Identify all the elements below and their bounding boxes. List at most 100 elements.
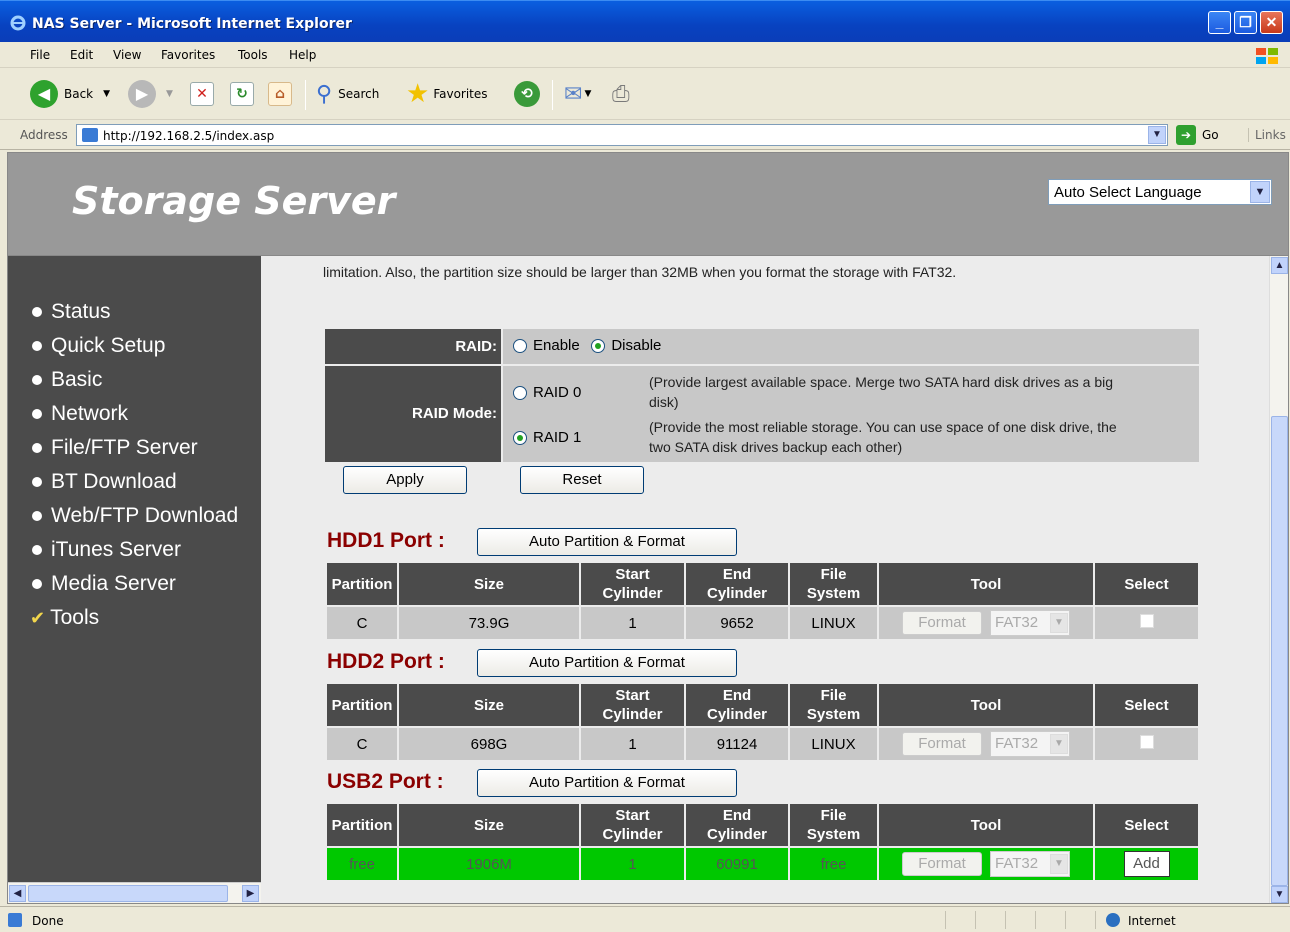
forward-arrow-icon: ▶ — [128, 80, 156, 108]
sidebar-item-label: iTunes Server — [51, 538, 181, 561]
scroll-up-icon[interactable]: ▲ — [1271, 257, 1288, 274]
cell-size: 73.9G — [399, 607, 579, 639]
scroll-thumb[interactable] — [1271, 416, 1288, 886]
go-button[interactable]: ➔ Go — [1176, 125, 1219, 145]
raid0-description: (Provide largest available space. Merge … — [649, 372, 1113, 412]
format-button[interactable]: Format — [902, 731, 982, 756]
language-select[interactable]: Auto Select Language ▼ — [1048, 179, 1272, 205]
fs-select[interactable]: FAT32 ▼ — [990, 610, 1070, 636]
address-input[interactable]: http://192.168.2.5/index.asp ▼ — [76, 124, 1168, 146]
sidebar-item-quick-setup[interactable]: Quick Setup — [26, 334, 165, 358]
raid-enable-radio[interactable] — [513, 338, 527, 353]
sidebar-item-status[interactable]: Status — [26, 300, 111, 324]
cell-partition: C — [327, 728, 397, 760]
sidebar-item-basic[interactable]: Basic — [26, 368, 102, 392]
sidebar-item-tools[interactable]: ✔ Tools — [26, 606, 99, 630]
select-checkbox[interactable] — [1139, 735, 1154, 749]
scroll-thumb[interactable] — [28, 885, 228, 902]
forward-dropdown-icon[interactable]: ▼ — [166, 89, 173, 99]
select-checkbox[interactable] — [1139, 614, 1154, 628]
raid-disable-radio[interactable] — [591, 338, 606, 353]
menu-view[interactable]: View — [113, 48, 141, 62]
address-dropdown-icon[interactable]: ▼ — [1148, 126, 1166, 144]
check-icon: ✔ — [30, 607, 46, 628]
mail-dropdown-icon[interactable]: ▼ — [584, 89, 591, 99]
cell-start: 1 — [581, 848, 684, 880]
sidebar-item-web-ftp-download[interactable]: Web/FTP Download — [26, 504, 238, 528]
brand-title: Storage Server — [72, 179, 396, 223]
raid0-option[interactable]: RAID 0 — [513, 384, 589, 401]
status-text: Done — [32, 914, 64, 928]
format-button[interactable]: Format — [902, 851, 982, 876]
address-label: Address — [20, 128, 68, 142]
menu-file[interactable]: File — [30, 48, 50, 62]
back-dropdown-icon[interactable]: ▼ — [103, 89, 110, 99]
cell-partition: free — [327, 848, 397, 880]
sidebar-item-file-ftp-server[interactable]: File/FTP Server — [26, 436, 198, 460]
cell-partition: C — [327, 607, 397, 639]
search-icon: ⚲ — [316, 81, 333, 107]
cell-fs: LINUX — [790, 607, 877, 639]
bullet-icon — [32, 511, 42, 521]
menu-favorites[interactable]: Favorites — [161, 48, 215, 62]
address-url: http://192.168.2.5/index.asp — [103, 129, 275, 143]
col-size: Size — [399, 804, 579, 846]
scroll-left-icon[interactable]: ◀ — [9, 885, 26, 902]
hdd2-port-title: HDD2 Port : — [327, 650, 445, 673]
language-value: Auto Select Language — [1054, 184, 1202, 201]
sidebar-item-media-server[interactable]: Media Server — [26, 572, 176, 596]
reset-button[interactable]: Reset — [520, 466, 644, 494]
history-button[interactable]: ⟲ — [514, 78, 540, 110]
table-header-row: Partition Size Start Cylinder End Cylinder… — [327, 684, 1198, 726]
hdd2-partition-table: Partition Size Start Cylinder End Cylinder… — [325, 682, 1200, 762]
fs-select[interactable]: FAT32 ▼ — [990, 731, 1070, 757]
raid1-radio[interactable] — [513, 430, 527, 445]
language-dropdown-icon[interactable]: ▼ — [1250, 181, 1270, 203]
raid1-option[interactable]: RAID 1 — [513, 429, 589, 446]
search-button[interactable]: ⚲ Search — [316, 78, 379, 110]
bullet-icon — [32, 477, 42, 487]
windows-flag-icon — [1256, 48, 1278, 64]
close-button[interactable]: ✕ — [1260, 11, 1283, 34]
raid-row: RAID: Enable Disable — [325, 329, 1199, 364]
hdd2-auto-partition-button[interactable]: Auto Partition & Format — [477, 649, 737, 677]
address-bar: Address http://192.168.2.5/index.asp ▼ ➔… — [0, 120, 1290, 150]
menu-edit[interactable]: Edit — [70, 48, 93, 62]
favorites-button[interactable]: ★ Favorites — [406, 78, 488, 110]
restore-button[interactable]: ❐ — [1234, 11, 1257, 34]
sidebar-item-network[interactable]: Network — [26, 402, 128, 426]
print-button[interactable]: ⎙ — [612, 78, 630, 110]
fs-select[interactable]: FAT32 ▼ — [990, 851, 1070, 877]
forward-button[interactable]: ▶ ▼ — [128, 78, 173, 110]
home-button[interactable]: ⌂ — [268, 78, 292, 110]
add-button[interactable]: Add — [1123, 851, 1170, 877]
raid1-label: RAID 1 — [533, 429, 582, 447]
cell-end: 91124 — [686, 728, 788, 760]
links-button[interactable]: Links — [1248, 128, 1286, 142]
menu-tools[interactable]: Tools — [238, 48, 268, 62]
refresh-button[interactable]: ↻ — [230, 78, 254, 110]
raid0-radio[interactable] — [513, 385, 527, 400]
mail-button[interactable]: ✉ ▼ — [564, 78, 591, 110]
menu-help[interactable]: Help — [289, 48, 316, 62]
stop-button[interactable]: ✕ — [190, 78, 214, 110]
usb2-auto-partition-button[interactable]: Auto Partition & Format — [477, 769, 737, 797]
sidebar-item-label: Basic — [51, 368, 103, 391]
hdd1-auto-partition-button[interactable]: Auto Partition & Format — [477, 528, 737, 556]
format-button[interactable]: Format — [902, 610, 982, 635]
raid-mode-options: RAID 0 (Provide largest available space.… — [503, 366, 1199, 462]
bullet-icon — [32, 443, 42, 453]
scroll-down-icon[interactable]: ▼ — [1271, 886, 1288, 903]
window-titlebar: NAS Server - Microsoft Internet Explorer… — [0, 0, 1290, 42]
apply-button[interactable]: Apply — [343, 466, 467, 494]
raid-mode-label: RAID Mode: — [325, 366, 501, 462]
scroll-right-icon[interactable]: ▶ — [242, 885, 259, 902]
sidebar-item-itunes-server[interactable]: iTunes Server — [26, 538, 181, 562]
sidebar-item-bt-download[interactable]: BT Download — [26, 470, 177, 494]
history-icon: ⟲ — [514, 81, 540, 107]
window-title: NAS Server - Microsoft Internet Explorer — [32, 16, 352, 32]
minimize-button[interactable]: _ — [1208, 11, 1231, 34]
vertical-scrollbar[interactable]: ▲ ▼ — [1269, 256, 1288, 903]
horizontal-scrollbar[interactable]: ◀ ▶ — [8, 882, 261, 903]
back-button[interactable]: ◀ Back ▼ — [30, 78, 110, 110]
